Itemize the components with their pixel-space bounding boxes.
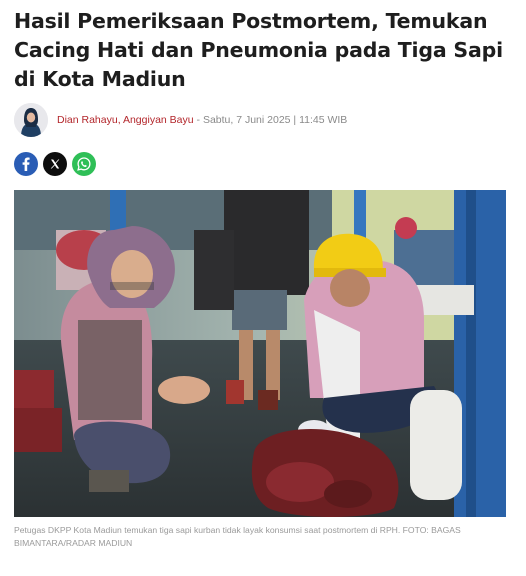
byline: Dian Rahayu, Anggiyan Bayu - Sabtu, 7 Ju… [14,103,512,137]
byline-separator: - [193,114,203,126]
share-whatsapp-button[interactable] [72,152,96,176]
share-bar [14,152,512,176]
x-icon [50,159,60,169]
share-x-button[interactable] [43,152,67,176]
facebook-icon [22,157,30,171]
share-facebook-button[interactable] [14,152,38,176]
author-avatar[interactable] [14,103,48,137]
slaughterhouse-photo [14,190,506,517]
article: Hasil Pemeriksaan Postmortem, Temukan Ca… [0,7,526,576]
byline-meta: Dian Rahayu, Anggiyan Bayu - Sabtu, 7 Ju… [57,114,347,126]
avatar-portrait [14,103,48,137]
photo-caption: Petugas DKPP Kota Madiun temukan tiga sa… [14,525,461,548]
author-names[interactable]: Dian Rahayu, Anggiyan Bayu [57,114,194,126]
publish-date: Sabtu, 7 Juni 2025 | 11:45 WIB [202,114,348,126]
whatsapp-icon [77,157,91,171]
article-photo[interactable] [14,190,506,517]
article-title: Hasil Pemeriksaan Postmortem, Temukan Ca… [14,9,503,91]
